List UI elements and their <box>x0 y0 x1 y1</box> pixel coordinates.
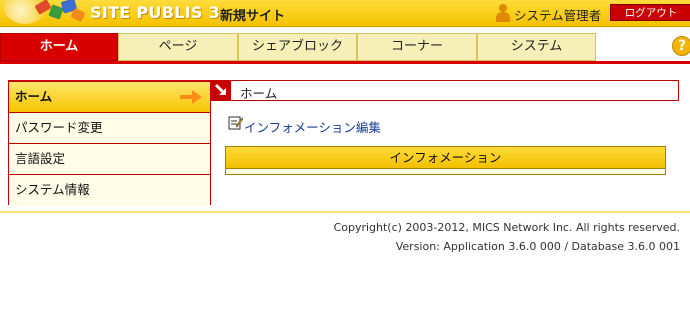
version-text: Version: Application 3.6.0 000 / Databas… <box>395 240 680 253</box>
tab-home[interactable]: ホーム <box>0 33 118 61</box>
sidebar-item-label: パスワード変更 <box>15 120 103 135</box>
main-tabs: ホーム ページ シェアブロック コーナー システム <box>0 33 690 61</box>
tab-system[interactable]: システム <box>477 33 596 61</box>
breadcrumb-text: ホーム <box>240 86 278 101</box>
logout-button[interactable]: ログアウト <box>610 4 690 21</box>
info-panel-title: インフォメーション <box>225 146 666 169</box>
sidebar-item-label: システム情報 <box>15 182 90 197</box>
logo <box>0 0 86 27</box>
info-edit-link[interactable]: インフォメーション編集 <box>244 117 381 136</box>
user-name: システム管理者 <box>514 8 602 23</box>
site-name: 新規サイト <box>220 9 286 24</box>
copyright-text: Copyright(c) 2003-2012, MICS Network Inc… <box>333 221 680 234</box>
tab-share-block[interactable]: シェアブロック <box>238 33 357 61</box>
user-icon <box>496 4 510 22</box>
edit-icon <box>228 116 243 130</box>
sidebar-item-system-info[interactable]: システム情報 <box>9 175 210 206</box>
tab-page[interactable]: ページ <box>118 33 238 61</box>
sidebar-item-home[interactable]: ホーム <box>9 82 210 113</box>
sidebar-item-label: 言語設定 <box>15 151 66 166</box>
header-bar: SITE PUBLIS 3 新規サイト システム管理者 ログアウト <box>0 0 690 27</box>
breadcrumb: ホーム <box>211 80 679 101</box>
help-icon[interactable]: ? <box>672 36 690 56</box>
footer-divider <box>0 211 690 213</box>
sidebar-item-language[interactable]: 言語設定 <box>9 144 210 175</box>
sidebar: ホーム パスワード変更 言語設定 システム情報 <box>8 80 211 206</box>
sidebar-item-label: ホーム <box>15 89 53 104</box>
tab-underline <box>0 61 690 64</box>
arrow-down-right-icon <box>212 81 231 100</box>
brand-name: SITE PUBLIS 3 <box>90 3 221 22</box>
info-panel-body <box>225 169 666 175</box>
sidebar-item-password[interactable]: パスワード変更 <box>9 113 210 144</box>
tab-corner[interactable]: コーナー <box>357 33 477 61</box>
arrow-right-icon <box>180 90 202 104</box>
